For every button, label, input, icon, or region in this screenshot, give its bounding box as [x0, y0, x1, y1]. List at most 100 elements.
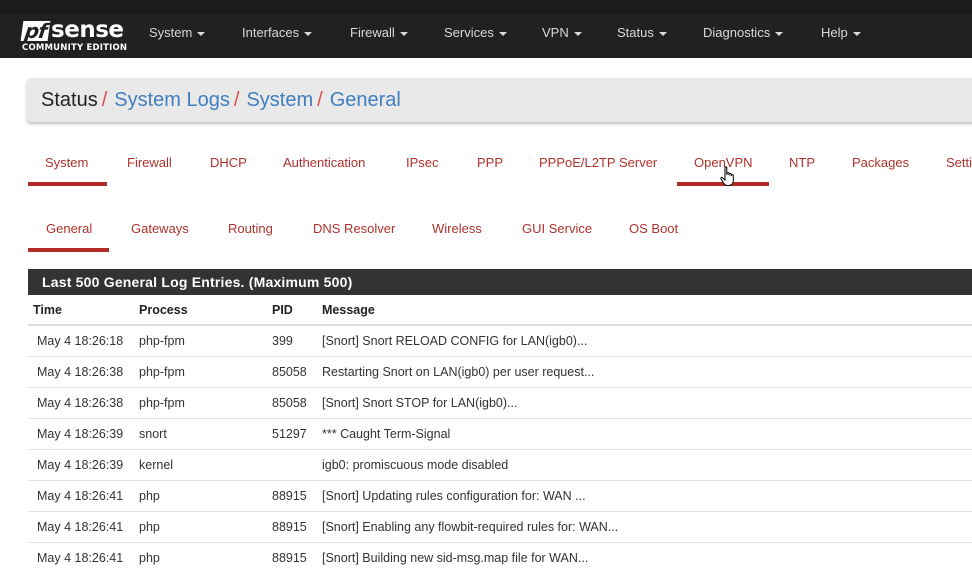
cell-time: May 4 18:26:39	[28, 449, 139, 481]
tab-dhcp[interactable]: DHCP	[210, 155, 247, 170]
caret-down-icon	[304, 31, 313, 36]
nav-label: Interfaces	[242, 25, 300, 40]
cell-message: [Snort] Enabling any flowbit-required ru…	[322, 511, 972, 543]
cell-pid: 85058	[272, 387, 322, 419]
cell-message: [Snort] Snort RELOAD CONFIG for LAN(igb0…	[322, 324, 972, 357]
top-strip	[0, 0, 972, 14]
table-header-row: Time Process PID Message	[28, 295, 972, 326]
cell-message: [Snort] Building new sid-msg.map file fo…	[322, 542, 972, 573]
tab-ntp[interactable]: NTP	[789, 155, 815, 170]
column-header-pid[interactable]: PID	[272, 295, 322, 326]
cell-pid: 88915	[272, 511, 322, 543]
nav-status[interactable]: Status	[617, 14, 667, 58]
cell-message: *** Caught Term-Signal	[322, 418, 972, 450]
table-row: May 4 18:26:38 php-fpm 85058 Restarting …	[28, 356, 972, 388]
column-header-message[interactable]: Message	[322, 295, 972, 326]
log-table: Time Process PID Message May 4 18:26:18 …	[28, 295, 972, 573]
cell-time: May 4 18:26:41	[28, 542, 139, 573]
nav-services[interactable]: Services	[444, 14, 507, 58]
tab-authentication[interactable]: Authentication	[283, 155, 365, 170]
cell-process: php	[139, 480, 272, 512]
table-row: May 4 18:26:41 php 88915 [Snort] Enablin…	[28, 511, 972, 543]
cell-pid: 85058	[272, 356, 322, 388]
table-row: May 4 18:26:41 php 88915 [Snort] Updatin…	[28, 480, 972, 512]
cell-time: May 4 18:26:18	[28, 324, 139, 357]
table-row: May 4 18:26:18 php-fpm 399 [Snort] Snort…	[28, 324, 972, 357]
cell-time: May 4 18:26:38	[28, 356, 139, 388]
breadcrumb: Status / System Logs / System / General	[41, 88, 401, 112]
cell-message: igb0: promiscuous mode disabled	[322, 449, 972, 481]
breadcrumb-separator: /	[317, 89, 323, 111]
cell-time: May 4 18:26:39	[28, 418, 139, 450]
cell-pid: 88915	[272, 480, 322, 512]
cell-message: [Snort] Snort STOP for LAN(igb0)...	[322, 387, 972, 419]
nav-diagnostics[interactable]: Diagnostics	[703, 14, 784, 58]
tab-os-boot[interactable]: OS Boot	[629, 221, 678, 236]
caret-down-icon	[399, 31, 408, 36]
nav-firewall[interactable]: Firewall	[350, 14, 408, 58]
nav-label: Services	[444, 25, 494, 40]
logo-text: sense	[51, 17, 124, 43]
nav-label: VPN	[542, 25, 569, 40]
nav-label: Help	[821, 25, 848, 40]
log-panel: Last 500 General Log Entries. (Maximum 5…	[28, 269, 972, 573]
nav-interfaces[interactable]: Interfaces	[242, 14, 313, 58]
cell-time: May 4 18:26:41	[28, 480, 139, 512]
tab-firewall[interactable]: Firewall	[127, 155, 172, 170]
cell-process: php	[139, 511, 272, 543]
cell-pid: 399	[272, 324, 322, 357]
tab-packages[interactable]: Packages	[852, 155, 909, 170]
cell-process: kernel	[139, 449, 272, 481]
cell-process: snort	[139, 418, 272, 450]
cell-pid: 51297	[272, 418, 322, 450]
table-row: May 4 18:26:39 snort 51297 *** Caught Te…	[28, 418, 972, 450]
tab-gateways[interactable]: Gateways	[131, 221, 189, 236]
caret-down-icon	[852, 31, 861, 36]
logo-mark: pf	[20, 19, 51, 43]
top-navbar: pf sense COMMUNITY EDITION System Interf…	[0, 14, 972, 58]
tab-routing[interactable]: Routing	[228, 221, 273, 236]
breadcrumb-link-system-logs[interactable]: System Logs	[114, 89, 230, 111]
table-row: May 4 18:26:38 php-fpm 85058 [Snort] Sno…	[28, 387, 972, 419]
breadcrumb-separator: /	[101, 89, 108, 111]
hand-pointer-icon	[720, 166, 734, 186]
tab-ppp[interactable]: PPP	[477, 155, 503, 170]
cell-time: May 4 18:26:38	[28, 387, 139, 419]
caret-down-icon	[197, 31, 206, 36]
log-panel-title: Last 500 General Log Entries. (Maximum 5…	[28, 269, 972, 295]
active-subtab-underline	[28, 248, 109, 252]
cell-time: May 4 18:26:41	[28, 511, 139, 543]
breadcrumb-separator: /	[233, 89, 240, 111]
nav-label: System	[149, 25, 193, 40]
cell-pid	[272, 449, 322, 481]
pfsense-logo[interactable]: pf sense COMMUNITY EDITION	[20, 17, 132, 57]
tab-system[interactable]: System	[45, 155, 88, 170]
column-header-time[interactable]: Time	[28, 295, 139, 326]
tab-gui-service[interactable]: GUI Service	[522, 221, 592, 236]
caret-down-icon	[498, 31, 507, 36]
nav-system[interactable]: System	[149, 14, 206, 58]
tab-ipsec[interactable]: IPsec	[406, 155, 439, 170]
active-tab-underline	[28, 182, 107, 186]
breadcrumb-link-system[interactable]: System	[246, 89, 313, 111]
tab-wireless[interactable]: Wireless	[432, 221, 482, 236]
column-header-process[interactable]: Process	[139, 295, 272, 326]
cell-process: php	[139, 542, 272, 573]
nav-vpn[interactable]: VPN	[542, 14, 582, 58]
cell-process: php-fpm	[139, 387, 272, 419]
nav-help[interactable]: Help	[821, 14, 861, 58]
breadcrumb-root: Status	[41, 89, 98, 111]
caret-down-icon	[775, 31, 784, 36]
tab-pppoe-l2tp-server[interactable]: PPPoE/L2TP Server	[539, 155, 657, 170]
cell-process: php-fpm	[139, 324, 272, 357]
cell-pid: 88915	[272, 542, 322, 573]
breadcrumb-link-general[interactable]: General	[330, 89, 401, 111]
breadcrumb-panel: Status / System Logs / System / General	[27, 78, 972, 122]
caret-down-icon	[573, 31, 582, 36]
nav-label: Status	[617, 25, 654, 40]
caret-down-icon	[658, 31, 667, 36]
tab-dns-resolver[interactable]: DNS Resolver	[313, 221, 395, 236]
tab-general[interactable]: General	[46, 221, 92, 236]
tab-settings[interactable]: Setti	[946, 155, 972, 170]
logo-edition: COMMUNITY EDITION	[22, 43, 128, 53]
